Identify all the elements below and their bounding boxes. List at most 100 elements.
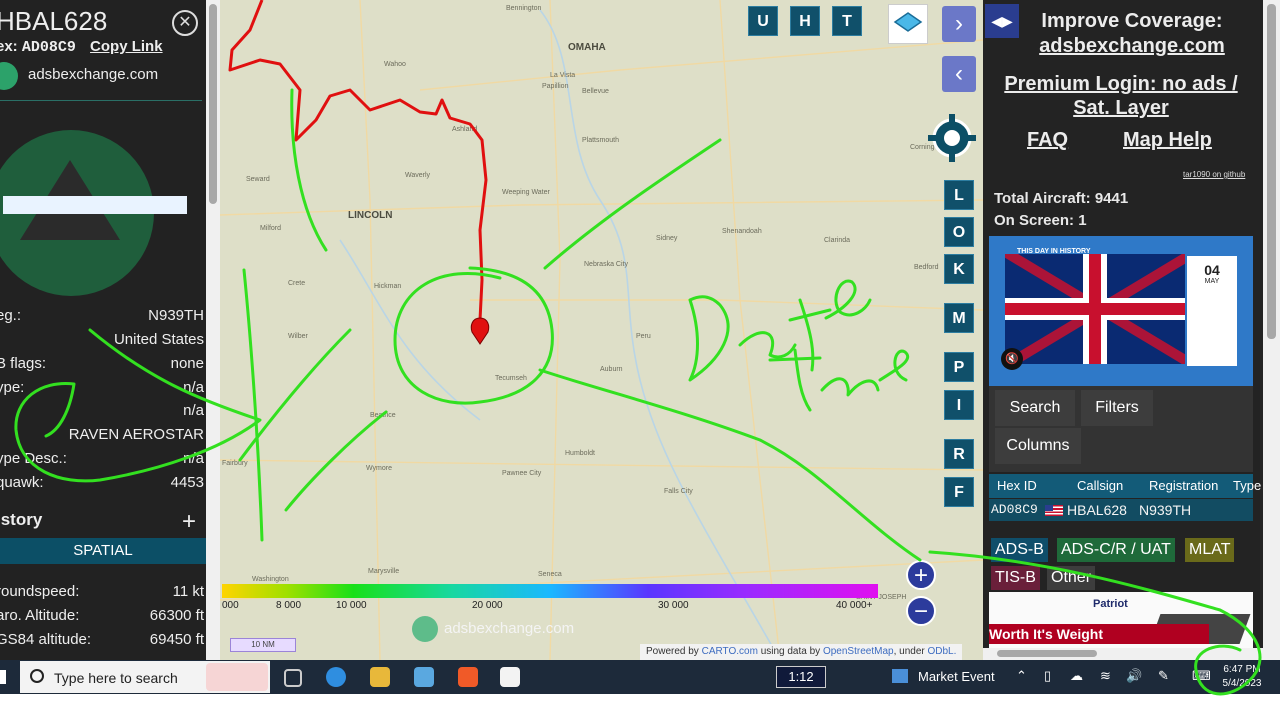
- search-icon: [30, 669, 44, 683]
- search-tab[interactable]: Search: [995, 390, 1075, 426]
- map-button-l[interactable]: L: [944, 180, 974, 210]
- source-chip-tisb[interactable]: TIS-B: [991, 566, 1040, 590]
- start-button[interactable]: [0, 670, 6, 684]
- attribution-text: Powered by: [646, 646, 699, 657]
- right-panel-scrollbar[interactable]: [1263, 0, 1280, 660]
- hex-value: AD08C9: [21, 39, 76, 56]
- map-button-h[interactable]: H: [790, 6, 820, 36]
- premium-login-link[interactable]: Premium Login: no ads /: [989, 73, 1253, 96]
- column-header-type[interactable]: Type: [1233, 474, 1261, 498]
- detail-value: n/a: [183, 379, 204, 396]
- copy-link[interactable]: Copy Link: [90, 38, 163, 55]
- altitude-tick-label: 20 000: [472, 600, 503, 611]
- detail-value: 66300 ft: [149, 607, 204, 624]
- layers-button[interactable]: [888, 4, 928, 44]
- github-link[interactable]: tar1090 on github: [1183, 170, 1245, 179]
- history-heading: istory: [0, 510, 43, 529]
- detail-label: GS84 altitude:: [0, 631, 92, 648]
- redacted-field: [3, 196, 187, 214]
- source-chip-other[interactable]: Other: [1047, 566, 1096, 590]
- osm-link[interactable]: OpenStreetMap: [823, 646, 894, 657]
- filters-tab[interactable]: Filters: [1081, 390, 1153, 426]
- speaker-icon[interactable]: 🔊: [1126, 668, 1142, 684]
- video-ad[interactable]: THIS DAY IN HISTORY 04 MAY 🔇: [989, 236, 1253, 386]
- spatial-section-header[interactable]: SPATIAL: [0, 538, 206, 564]
- remote-desktop-icon[interactable]: [414, 667, 434, 687]
- hex-line: ex: AD08C9 Copy Link: [0, 38, 163, 56]
- expand-history-button[interactable]: +: [182, 508, 196, 536]
- improve-coverage-heading: Improve Coverage:: [1041, 10, 1223, 32]
- scrollbar-thumb[interactable]: [997, 650, 1097, 657]
- collapse-sidebar-button[interactable]: ‹: [942, 56, 976, 92]
- detail-row-registration: eg.: N939TH: [0, 307, 206, 329]
- table-row[interactable]: AD08C9 HBAL628 N939TH: [989, 499, 1253, 521]
- columns-tab[interactable]: Columns: [995, 428, 1081, 464]
- video-header: THIS DAY IN HISTORY: [1017, 248, 1091, 255]
- media-time-display[interactable]: 1:12: [776, 666, 826, 688]
- cell-registration: N939TH: [1139, 502, 1192, 518]
- settings-button[interactable]: [924, 110, 980, 166]
- scrollbar-thumb[interactable]: [209, 4, 217, 204]
- map-button-f[interactable]: F: [944, 477, 974, 507]
- edge-browser-icon[interactable]: [326, 667, 346, 687]
- pen-icon[interactable]: ✎: [1158, 668, 1169, 684]
- expand-sidebar-button[interactable]: ›: [942, 6, 976, 42]
- left-panel-scrollbar[interactable]: [206, 0, 220, 660]
- search-placeholder: Type here to search: [54, 670, 178, 686]
- column-header-callsign[interactable]: Callsign: [1077, 474, 1123, 498]
- cloud-icon[interactable]: ☁: [1070, 668, 1083, 684]
- map-help-link[interactable]: Map Help: [1123, 129, 1212, 152]
- map-button-i[interactable]: I: [944, 390, 974, 420]
- source-chip-adsb[interactable]: ADS-B: [991, 538, 1048, 562]
- news-widget-icon: [892, 669, 908, 683]
- aircraft-marker-icon: [470, 317, 490, 345]
- scrollbar-thumb[interactable]: [1267, 4, 1276, 339]
- zoom-out-button[interactable]: −: [906, 596, 936, 626]
- microsoft-store-icon[interactable]: [500, 667, 520, 687]
- detail-value: n/a: [183, 450, 204, 467]
- faq-link[interactable]: FAQ: [1027, 129, 1068, 152]
- map-button-u[interactable]: U: [748, 6, 778, 36]
- source-chip-adsc-uat[interactable]: ADS-C/R / UAT: [1057, 538, 1175, 562]
- detail-label: ype:: [0, 379, 25, 396]
- carto-link[interactable]: CARTO.com: [702, 646, 758, 657]
- map-button-m[interactable]: M: [944, 303, 974, 333]
- file-explorer-icon[interactable]: [370, 667, 390, 687]
- premium-login-link-line2[interactable]: Sat. Layer: [989, 97, 1253, 120]
- zoom-in-button[interactable]: +: [906, 560, 936, 590]
- improve-coverage-link[interactable]: adsbexchange.com: [1007, 35, 1257, 58]
- brave-browser-icon[interactable]: [458, 667, 478, 687]
- horizontal-scrollbar[interactable]: [983, 648, 1280, 660]
- map-view[interactable]: OMAHA LINCOLN Bennington Wahoo La Vista …: [220, 0, 983, 660]
- taskbar-search-box[interactable]: Type here to search: [20, 661, 270, 693]
- keyboard-icon[interactable]: ⌨: [1192, 668, 1211, 684]
- source-chip-mlat[interactable]: MLAT: [1185, 538, 1235, 562]
- system-clock[interactable]: 6:47 PM 5/4/2023: [1212, 663, 1272, 691]
- odbl-link[interactable]: ODbL.: [928, 646, 957, 657]
- attribution-text: , under: [893, 646, 925, 657]
- map-button-p[interactable]: P: [944, 352, 974, 382]
- task-view-icon[interactable]: [284, 669, 302, 687]
- altitude-tick-label: 10 000: [336, 600, 367, 611]
- detail-label: roundspeed:: [0, 583, 80, 600]
- column-header-registration[interactable]: Registration: [1149, 474, 1218, 498]
- chevron-up-icon[interactable]: ⌃: [1016, 668, 1027, 684]
- altitude-tick-label: 30 000: [658, 600, 689, 611]
- on-screen-count: On Screen: 1: [994, 212, 1087, 229]
- us-flag-icon: [1045, 505, 1063, 516]
- wifi-icon[interactable]: ≋: [1100, 668, 1111, 684]
- mute-icon[interactable]: 🔇: [1001, 348, 1023, 370]
- device-icon[interactable]: ▯: [1044, 668, 1051, 684]
- news-widget[interactable]: Market Event: [918, 669, 995, 684]
- detail-row-db-flags: B flags: none: [0, 355, 206, 377]
- toggle-panel-arrows-icon[interactable]: ◀▶: [985, 4, 1019, 38]
- map-button-o[interactable]: O: [944, 217, 974, 247]
- banner-ad[interactable]: Patriot Worth It's Weight: [989, 592, 1253, 648]
- map-button-r[interactable]: R: [944, 439, 974, 469]
- column-header-hex[interactable]: Hex ID: [997, 474, 1037, 498]
- cell-callsign: HBAL628: [1067, 502, 1127, 518]
- close-icon[interactable]: ✕: [172, 10, 198, 36]
- map-button-t[interactable]: T: [832, 6, 862, 36]
- map-button-k[interactable]: K: [944, 254, 974, 284]
- source-link[interactable]: adsbexchange.com: [28, 66, 158, 83]
